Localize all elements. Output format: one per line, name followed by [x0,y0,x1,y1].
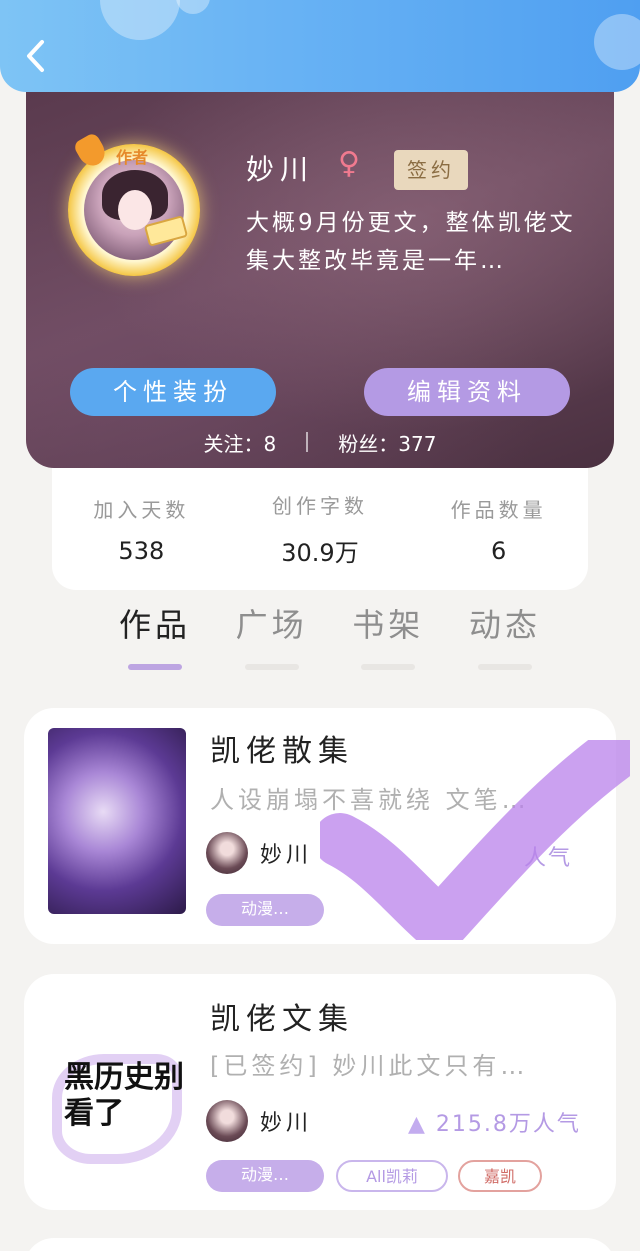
stats-card: 加入天数 538 创作字数 30.9万 作品数量 6 [52,468,588,590]
stat-label: 作品数量 [450,497,547,522]
decor-bubble [176,0,210,14]
following-label: 关注： [203,431,264,456]
work-tag[interactable]: 动漫… [206,1160,324,1192]
tab-plaza[interactable]: 广场 [217,600,327,670]
top-bar [0,0,640,92]
following-link[interactable]: 关注：8 [204,428,277,457]
work-card[interactable] [24,1238,616,1251]
work-tag[interactable]: 嘉凯 [458,1160,542,1192]
chevron-left-icon [27,40,44,72]
avatar [206,832,248,874]
dress-up-button[interactable]: 个性装扮 [70,368,276,416]
work-card[interactable]: 凯佬散集 人设崩塌不喜就绕 文笔… 妙川 人气 动漫… [24,708,616,944]
author-tag: 作者 [115,148,148,167]
user-bio[interactable]: 大概9月份更文，整体凯佬文集大整改毕竟是一年… [246,204,586,280]
decor-bubble [100,0,180,40]
tab-label: 广场 [235,606,308,644]
work-title[interactable]: 凯佬文集 [210,994,354,1038]
work-tag[interactable]: 动漫… [206,894,324,926]
work-author[interactable]: 妙川 [206,1100,312,1142]
stat-word-count: 创作字数 30.9万 [240,490,400,568]
stat-label: 加入天数 [93,497,190,522]
tab-works[interactable]: 作品 [100,600,210,670]
fire-icon: ▲ [408,1112,427,1137]
tabs-area: 作品 广场 书架 动态 [0,590,640,680]
follow-stats: 关注：8 粉丝：377 [26,424,614,460]
author-name: 妙川 [260,843,313,868]
fans-label: 粉丝： [338,431,399,456]
work-tag[interactable]: All凯莉 [336,1160,448,1192]
decor-bubble [594,14,640,70]
popularity-label: 人气 [524,846,573,871]
cover-text: 黑历史别看了 [64,1060,184,1131]
edit-profile-button[interactable]: 编辑资料 [364,368,570,416]
tab-indicator [244,664,299,670]
stat-label: 创作字数 [271,494,368,518]
user-name: 妙川 [246,153,315,186]
popularity-count: ▲ 215.8万人气 [408,1106,581,1138]
avatar-image [84,160,184,260]
work-description: 人设崩塌不喜就绕 文笔… [210,786,530,814]
work-author[interactable]: 妙川 [206,832,312,874]
tab-indicator [477,664,532,670]
divider [306,432,309,452]
work-title[interactable]: 凯佬散集 [210,726,354,770]
tab-bar: 作品 广场 书架 动态 [100,600,560,670]
work-card[interactable]: 黑历史别看了 凯佬文集 [已签约] 妙川此文只有… 妙川 ▲ 215.8万人气 … [24,974,616,1210]
popularity-label: 215.8万人气 [435,1112,581,1137]
stat-value: 6 [491,536,507,565]
popularity-count: 人气 [524,840,572,872]
tab-label: 书架 [352,606,425,644]
tab-label: 作品 [118,606,191,644]
stat-value: 30.9万 [281,539,359,567]
tab-indicator [128,664,182,670]
tab-activity[interactable]: 动态 [450,600,560,670]
stat-join-days: 加入天数 538 [61,494,221,565]
tab-bookshelf[interactable]: 书架 [333,600,443,670]
following-count: 8 [263,431,277,456]
work-description: [已签约] 妙川此文只有… [210,1052,529,1080]
avatar [206,1100,248,1142]
stat-value: 538 [118,536,165,565]
work-cover-image[interactable] [48,728,186,914]
back-button[interactable] [18,36,52,76]
tab-label: 动态 [468,606,541,644]
profile-card: 作者 妙川 ♀ 签约 大概9月份更文，整体凯佬文集大整改毕竟是一年… 个性装扮 … [26,92,614,468]
tab-indicator [361,664,416,670]
author-name: 妙川 [260,1111,313,1136]
signed-badge: 签约 [394,150,468,190]
work-cover-image[interactable]: 黑历史别看了 [48,994,186,1180]
fans-count: 377 [398,431,437,456]
stat-work-count: 作品数量 6 [419,494,579,565]
fans-link[interactable]: 粉丝：377 [338,428,436,457]
female-icon: ♀ [338,146,360,181]
